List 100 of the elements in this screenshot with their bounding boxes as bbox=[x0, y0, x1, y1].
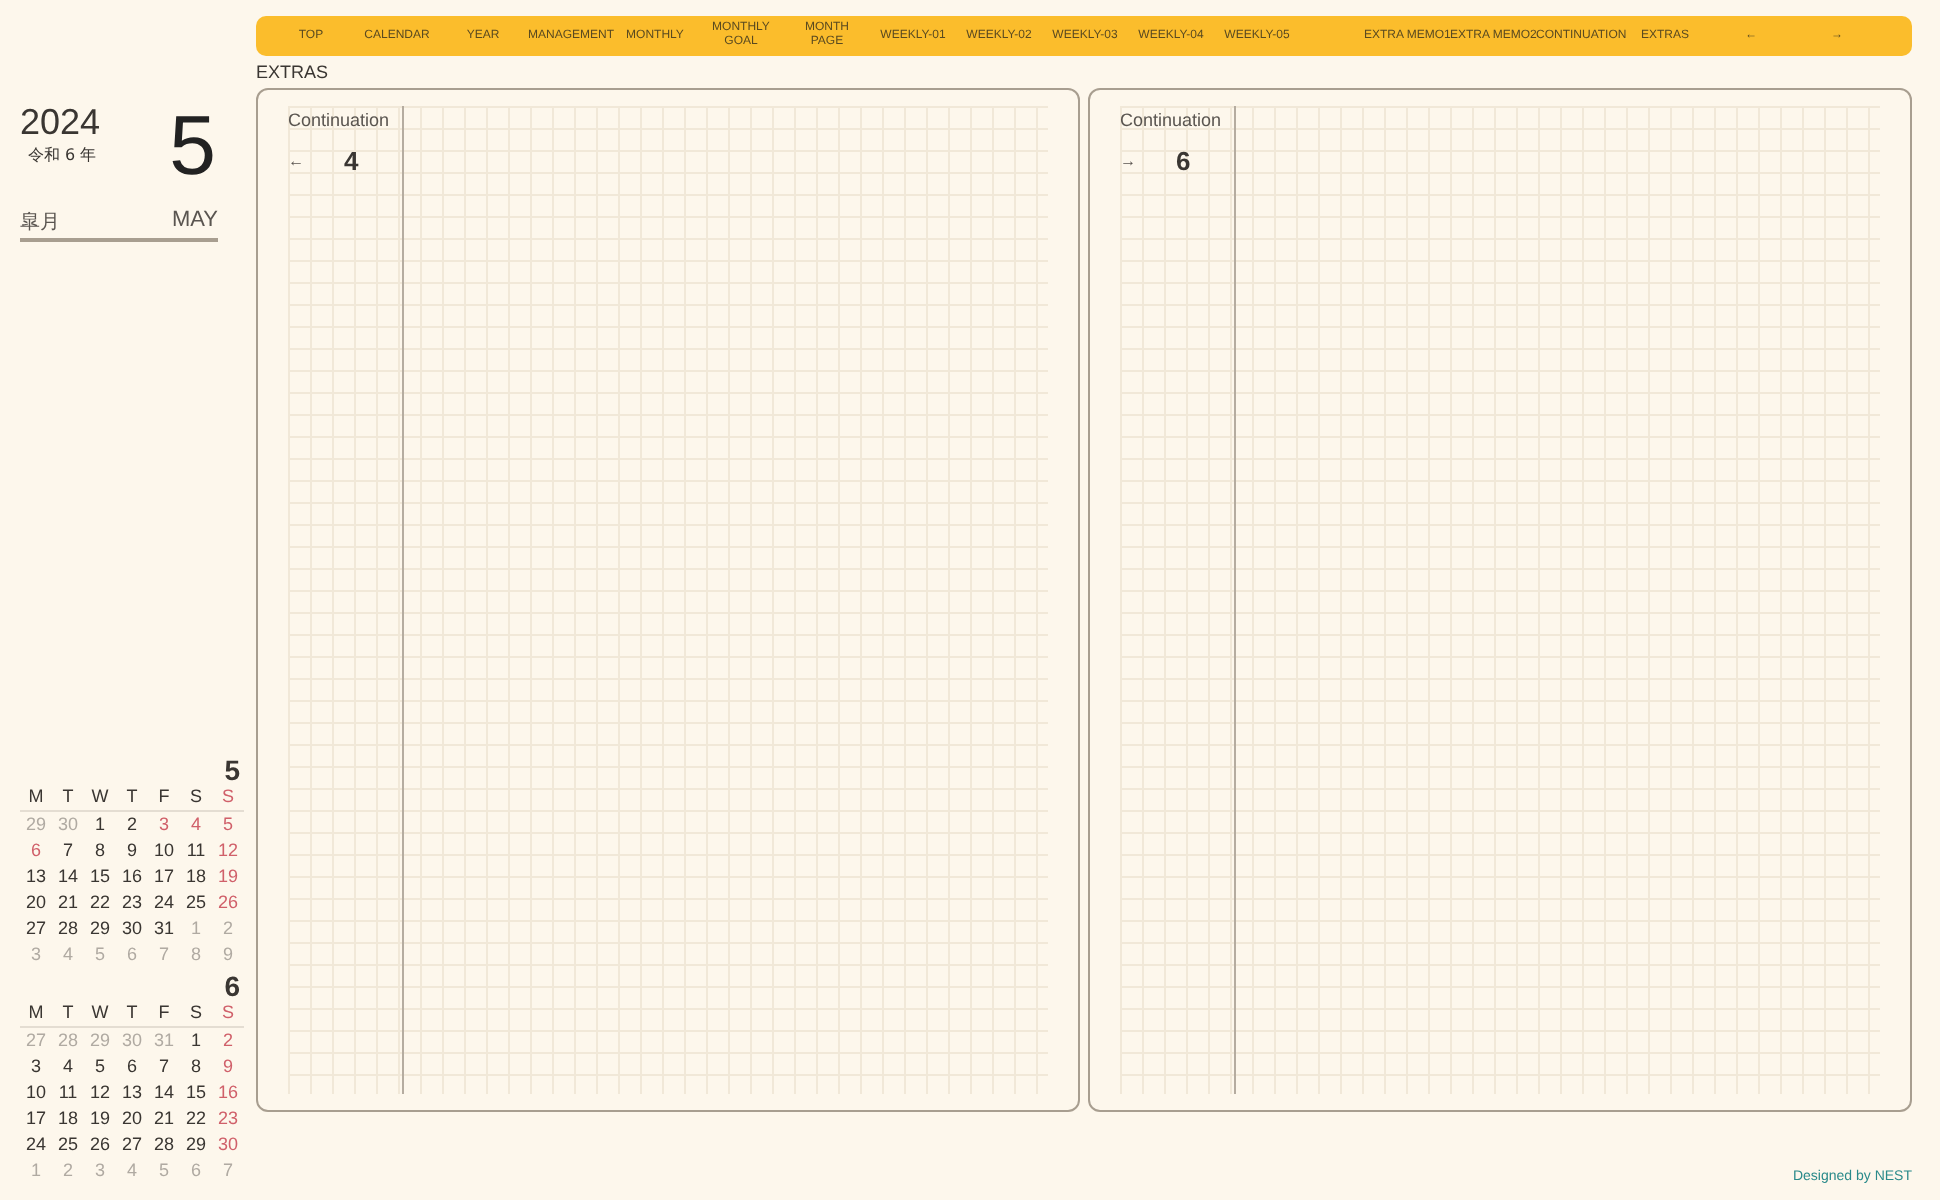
calendar-day: 29 bbox=[84, 916, 116, 942]
calendar-day: 7 bbox=[52, 838, 84, 864]
calendar-day: 11 bbox=[180, 838, 212, 864]
calendar-day: 7 bbox=[148, 1054, 180, 1080]
calendar-day: 3 bbox=[148, 812, 180, 838]
calendar-day: 11 bbox=[52, 1080, 84, 1106]
section-title: EXTRAS bbox=[256, 60, 331, 86]
weekday-label: S bbox=[219, 1000, 236, 1026]
calendar-day: 17 bbox=[148, 864, 180, 890]
page-number[interactable]: 6 bbox=[1176, 142, 1191, 181]
calendar-day: 25 bbox=[180, 890, 212, 916]
weekday-label: S bbox=[187, 1000, 204, 1026]
calendar-day: 3 bbox=[84, 1158, 116, 1184]
calendar-day: 30 bbox=[212, 1132, 244, 1158]
calendar-day: 6 bbox=[180, 1158, 212, 1184]
weekday-label: W bbox=[89, 784, 111, 810]
calendar-day: 6 bbox=[20, 838, 52, 864]
calendar-day: 18 bbox=[180, 864, 212, 890]
calendar-day: 28 bbox=[52, 1028, 84, 1054]
calendar-day: 29 bbox=[20, 812, 52, 838]
calendar-day: 30 bbox=[52, 812, 84, 838]
calendar-day: 8 bbox=[180, 1054, 212, 1080]
calendar-day: 9 bbox=[212, 1054, 244, 1080]
calendar-day: 13 bbox=[116, 1080, 148, 1106]
weekday-label: T bbox=[124, 784, 140, 810]
weekday-label: M bbox=[26, 1000, 46, 1026]
calendar-day: 5 bbox=[212, 812, 244, 838]
calendar-day: 13 bbox=[20, 864, 52, 890]
arrow-link[interactable]: → bbox=[1120, 149, 1176, 174]
calendar-day: 18 bbox=[52, 1106, 84, 1132]
calendar-day: 1 bbox=[20, 1158, 52, 1184]
calendar-day: 14 bbox=[148, 1080, 180, 1106]
calendar-day: 15 bbox=[180, 1080, 212, 1106]
year-label: 2024 bbox=[20, 100, 101, 144]
era-label: 令和 6 年 bbox=[26, 144, 99, 168]
weekday-label: T bbox=[60, 1000, 76, 1026]
calendar-day: 22 bbox=[84, 890, 116, 916]
calendar-day: 28 bbox=[148, 1132, 180, 1158]
calendar-day: 4 bbox=[116, 1158, 148, 1184]
weekday-label: F bbox=[156, 1000, 172, 1026]
calendar-day: 16 bbox=[116, 864, 148, 890]
calendar-day: 15 bbox=[84, 864, 116, 890]
calendar-day: 12 bbox=[84, 1080, 116, 1106]
weekday-label: T bbox=[60, 784, 76, 810]
calendar-day: 27 bbox=[116, 1132, 148, 1158]
calendar-day: 1 bbox=[84, 812, 116, 838]
japanese-month: 皐月 bbox=[20, 209, 60, 237]
calendar-day: 4 bbox=[52, 1054, 84, 1080]
month-number: 5 bbox=[224, 756, 242, 784]
weekday-label: S bbox=[219, 784, 236, 810]
calendar-day: 5 bbox=[84, 1054, 116, 1080]
calendar-day: 12 bbox=[212, 838, 244, 864]
calendar-day: 1 bbox=[180, 916, 212, 942]
calendar-day: 9 bbox=[116, 838, 148, 864]
calendar-day: 4 bbox=[180, 812, 212, 838]
calendar-day: 25 bbox=[52, 1132, 84, 1158]
calendar-day: 8 bbox=[180, 942, 212, 968]
calendar-day: 22 bbox=[180, 1106, 212, 1132]
calendar-day: 2 bbox=[212, 1028, 244, 1054]
calendar-day: 8 bbox=[84, 838, 116, 864]
calendar-day: 9 bbox=[212, 942, 244, 968]
weekday-label: M bbox=[26, 784, 46, 810]
calendar-day: 21 bbox=[148, 1106, 180, 1132]
page-label: Continuation bbox=[288, 108, 392, 134]
calendar-day: 24 bbox=[20, 1132, 52, 1158]
calendar-day: 2 bbox=[52, 1158, 84, 1184]
calendar-day: 23 bbox=[116, 890, 148, 916]
calendar-day: 10 bbox=[20, 1080, 52, 1106]
calendar-day: 31 bbox=[148, 1028, 180, 1054]
calendar-day: 19 bbox=[84, 1106, 116, 1132]
calendar-day: 29 bbox=[180, 1132, 212, 1158]
calendar-day: 1 bbox=[180, 1028, 212, 1054]
calendar-day: 28 bbox=[52, 916, 84, 942]
calendar-day: 7 bbox=[212, 1158, 244, 1184]
calendar-day: 4 bbox=[52, 942, 84, 968]
calendar-day: 26 bbox=[212, 890, 244, 916]
month-name: MAY bbox=[171, 206, 218, 236]
calendar-day: 17 bbox=[20, 1106, 52, 1132]
weekday-label: S bbox=[187, 784, 204, 810]
calendar-day: 16 bbox=[212, 1080, 244, 1106]
weekday-label: W bbox=[89, 1000, 111, 1026]
calendar-day: 27 bbox=[20, 1028, 52, 1054]
weekday-label: F bbox=[156, 784, 172, 810]
calendar-day: 31 bbox=[148, 916, 180, 942]
calendar-day: 21 bbox=[52, 890, 84, 916]
page-number[interactable]: 4 bbox=[344, 142, 359, 181]
calendar-day: 23 bbox=[212, 1106, 244, 1132]
calendar-day: 3 bbox=[20, 1054, 52, 1080]
month-number: 6 bbox=[224, 972, 242, 1000]
calendar-day: 10 bbox=[148, 838, 180, 864]
calendar-day: 26 bbox=[84, 1132, 116, 1158]
calendar-day: 14 bbox=[52, 864, 84, 890]
day-number: 5 bbox=[169, 100, 216, 192]
arrow-link[interactable]: ← bbox=[288, 149, 344, 174]
calendar-day: 19 bbox=[212, 864, 244, 890]
calendar-day: 30 bbox=[116, 916, 148, 942]
calendar-day: 2 bbox=[116, 812, 148, 838]
calendar-day: 5 bbox=[148, 1158, 180, 1184]
calendar-day: 29 bbox=[84, 1028, 116, 1054]
calendar-day: 2 bbox=[212, 916, 244, 942]
